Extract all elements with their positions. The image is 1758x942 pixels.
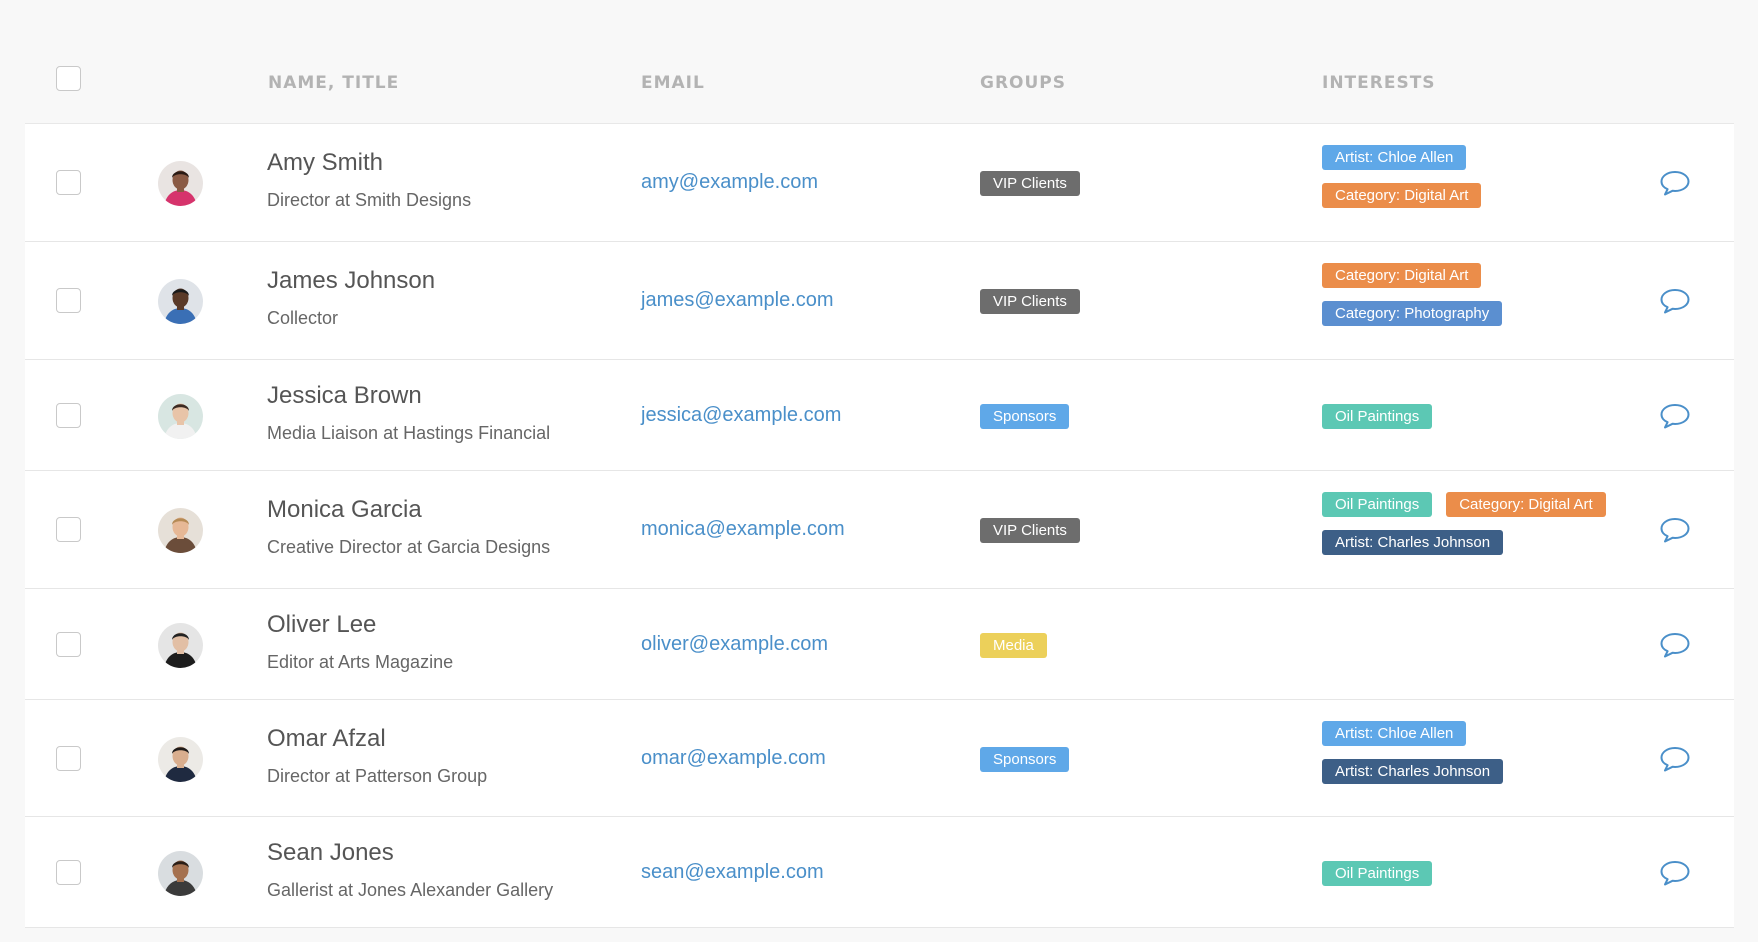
contact-title: Collector bbox=[267, 308, 339, 328]
column-header-groups[interactable]: GROUPS bbox=[980, 73, 1066, 93]
contact-name[interactable]: Omar Afzal bbox=[267, 725, 386, 753]
avatar bbox=[158, 279, 203, 324]
table-row[interactable]: Amy Smith Director at Smith Designs amy@ex… bbox=[25, 124, 1734, 242]
table-row[interactable]: James Johnson Collector james@example.com V… bbox=[25, 242, 1734, 360]
table-row[interactable]: Omar Afzal Director at Patterson Group oma… bbox=[25, 700, 1734, 817]
interest-tag[interactable]: Artist: Charles Johnson bbox=[1322, 530, 1504, 555]
comment-icon[interactable] bbox=[1659, 169, 1691, 197]
contact-title: Editor at Arts Magazine bbox=[267, 651, 454, 672]
contact-name[interactable]: Oliver Lee bbox=[267, 611, 376, 639]
contacts-table: NAME, TITLE EMAIL GROUPS INTERESTS Amy S… bbox=[25, 0, 1734, 942]
avatar bbox=[158, 508, 203, 553]
contact-email-link[interactable]: sean@example.com bbox=[641, 861, 824, 884]
comment-icon[interactable] bbox=[1659, 287, 1691, 315]
interest-tag[interactable]: Category: Digital Art bbox=[1322, 183, 1482, 208]
avatar bbox=[158, 161, 203, 206]
column-header-email[interactable]: EMAIL bbox=[641, 73, 705, 93]
comment-icon[interactable] bbox=[1659, 745, 1691, 773]
row-checkbox[interactable] bbox=[56, 288, 81, 313]
row-checkbox[interactable] bbox=[56, 859, 81, 885]
groups-cell: VIP Clients bbox=[980, 171, 1080, 196]
column-header-interests[interactable]: INTERESTS bbox=[1322, 73, 1436, 93]
groups-cell: Sponsors bbox=[980, 746, 1070, 772]
comment-icon[interactable] bbox=[1659, 516, 1691, 544]
group-tag[interactable]: VIP Clients bbox=[980, 171, 1080, 196]
contact-name[interactable]: Monica Garcia bbox=[267, 496, 422, 524]
contact-name[interactable]: Sean Jones bbox=[267, 839, 394, 867]
table-header: NAME, TITLE EMAIL GROUPS INTERESTS bbox=[25, 0, 1734, 124]
contact-title: Media Liaison at Hastings Financial bbox=[267, 422, 551, 443]
interest-tag[interactable]: Artist: Chloe Allen bbox=[1322, 720, 1467, 746]
interests-cell: Oil Paintings Category: Digital Art Artist… bbox=[1322, 492, 1632, 555]
groups-cell: Media bbox=[980, 632, 1047, 658]
interests-cell: Oil Paintings bbox=[1322, 403, 1632, 429]
interest-tag[interactable]: Artist: Chloe Allen bbox=[1322, 145, 1467, 170]
group-tag[interactable]: Sponsors bbox=[980, 403, 1070, 429]
avatar bbox=[158, 622, 203, 668]
contact-email-link[interactable]: monica@example.com bbox=[641, 518, 845, 541]
select-all-checkbox[interactable] bbox=[56, 66, 81, 91]
interest-tag[interactable]: Oil Paintings bbox=[1322, 860, 1433, 886]
avatar bbox=[158, 850, 203, 896]
contact-email-link[interactable]: omar@example.com bbox=[641, 747, 826, 770]
interests-cell: Category: Digital Art Category: Photograp… bbox=[1322, 263, 1632, 326]
row-checkbox[interactable] bbox=[56, 745, 81, 771]
contact-email-link[interactable]: oliver@example.com bbox=[641, 633, 828, 656]
groups-cell: VIP Clients bbox=[980, 518, 1080, 543]
contact-email-link[interactable]: james@example.com bbox=[641, 289, 834, 312]
column-header-name-title[interactable]: NAME, TITLE bbox=[268, 73, 399, 93]
interest-tag[interactable]: Category: Digital Art bbox=[1322, 263, 1482, 288]
contact-title: Creative Director at Garcia Designs bbox=[267, 537, 551, 557]
avatar bbox=[158, 736, 203, 782]
interest-tag[interactable]: Oil Paintings bbox=[1322, 403, 1433, 429]
groups-cell: Sponsors bbox=[980, 403, 1070, 429]
table-row[interactable]: Monica Garcia Creative Director at Garcia… bbox=[25, 471, 1734, 589]
table-row[interactable]: Jessica Brown Media Liaison at Hastings F… bbox=[25, 360, 1734, 471]
comment-icon[interactable] bbox=[1659, 402, 1691, 430]
group-tag[interactable]: VIP Clients bbox=[980, 289, 1080, 314]
groups-cell: VIP Clients bbox=[980, 289, 1080, 314]
row-checkbox[interactable] bbox=[56, 170, 81, 195]
contact-name[interactable]: James Johnson bbox=[267, 267, 435, 295]
group-tag[interactable]: Media bbox=[980, 632, 1047, 658]
contact-email-link[interactable]: jessica@example.com bbox=[641, 404, 841, 427]
comment-icon[interactable] bbox=[1659, 631, 1691, 659]
interests-cell: Oil Paintings bbox=[1322, 860, 1632, 886]
interest-tag[interactable]: Oil Paintings bbox=[1322, 492, 1433, 517]
row-checkbox[interactable] bbox=[56, 517, 81, 542]
interest-tag[interactable]: Category: Digital Art bbox=[1446, 492, 1606, 517]
interest-tag[interactable]: Artist: Charles Johnson bbox=[1322, 758, 1504, 784]
table-row[interactable]: Oliver Lee Editor at Arts Magazine oliver@… bbox=[25, 589, 1734, 700]
comment-icon[interactable] bbox=[1659, 859, 1691, 887]
contact-title: Director at Smith Designs bbox=[267, 190, 472, 210]
group-tag[interactable]: Sponsors bbox=[980, 746, 1070, 772]
table-row[interactable]: Sean Jones Gallerist at Jones Alexander G… bbox=[25, 817, 1734, 928]
interests-cell: Artist: Chloe Allen Artist: Charles Johns… bbox=[1322, 720, 1632, 784]
interest-tag[interactable]: Category: Photography bbox=[1322, 301, 1503, 326]
contact-title: Director at Patterson Group bbox=[267, 765, 488, 786]
group-tag[interactable]: VIP Clients bbox=[980, 518, 1080, 543]
interests-cell: Artist: Chloe Allen Category: Digital Art bbox=[1322, 145, 1632, 208]
contact-email-link[interactable]: amy@example.com bbox=[641, 171, 818, 194]
contact-name[interactable]: Jessica Brown bbox=[267, 382, 422, 410]
contact-name[interactable]: Amy Smith bbox=[267, 149, 383, 177]
avatar bbox=[158, 393, 203, 439]
row-checkbox[interactable] bbox=[56, 631, 81, 657]
row-checkbox[interactable] bbox=[56, 402, 81, 428]
contact-title: Gallerist at Jones Alexander Gallery bbox=[267, 879, 554, 900]
